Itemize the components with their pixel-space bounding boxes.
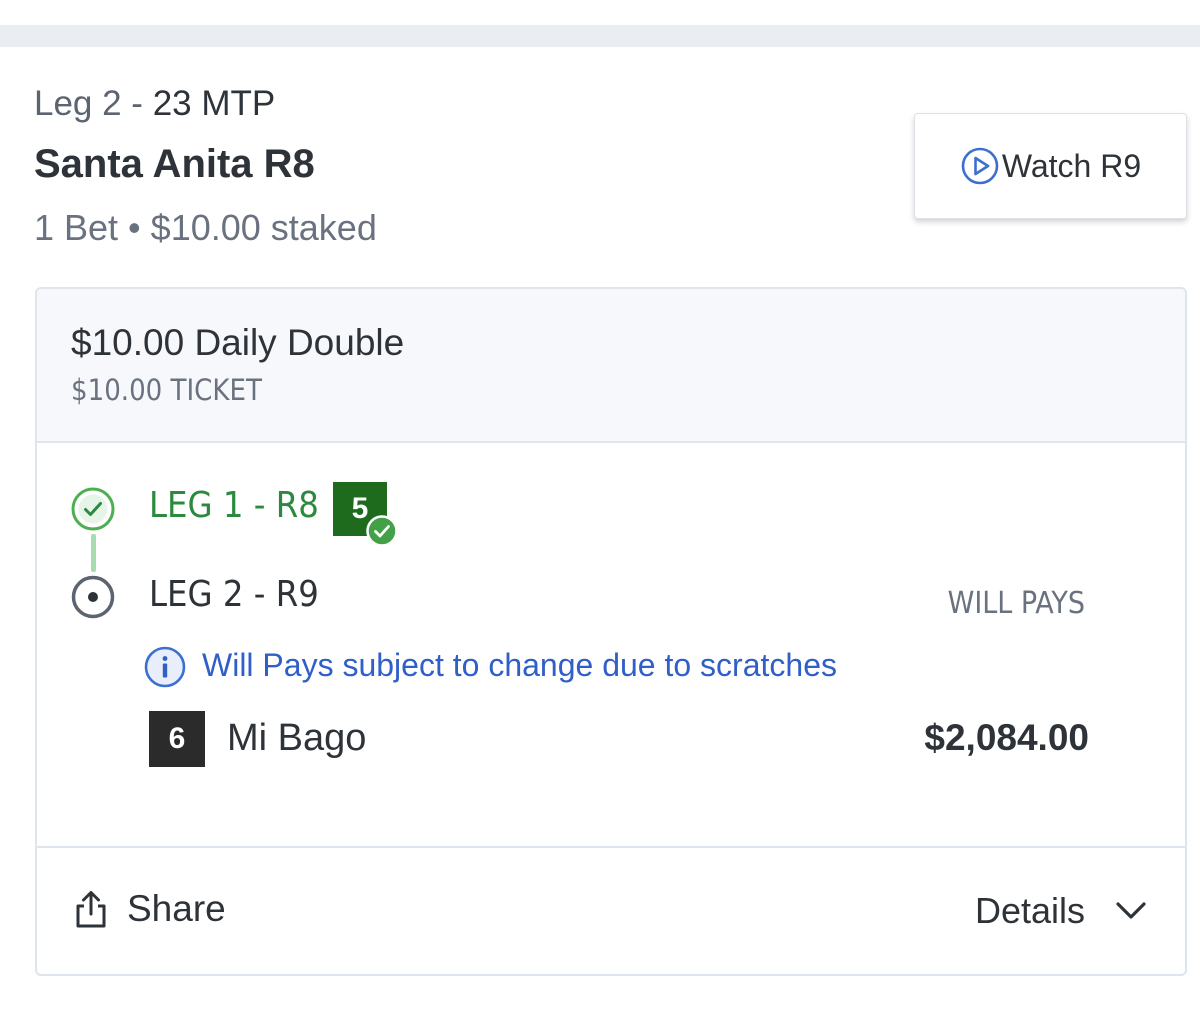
will-pays-scratch-notice: Will Pays subject to change due to scrat… <box>202 647 837 683</box>
bet-card: $10.00 Daily Double $10.00 TICKET LEG 1 … <box>35 287 1187 976</box>
check-circle-icon <box>71 487 115 531</box>
mtp-countdown: 23 MTP <box>152 84 276 123</box>
play-circle-icon <box>961 147 999 185</box>
runner-name: Mi Bago <box>227 717 367 759</box>
leg-mtp-line: Leg 2 - 23 MTP <box>34 84 275 124</box>
share-icon <box>76 891 106 928</box>
leg-connector-line <box>91 534 96 572</box>
will-pays-header: WILL PAYS <box>947 586 1085 621</box>
winner-check-icon <box>366 515 398 547</box>
runner-number-badge: 6 <box>149 711 205 767</box>
bet-summary: 1 Bet • $10.00 staked <box>34 207 377 248</box>
leg-2-label: LEG 2 - R9 <box>149 574 319 615</box>
bet-title: $10.00 Daily Double <box>71 322 405 363</box>
leg-1-label: LEG 1 - R8 <box>149 485 319 526</box>
details-label: Details <box>974 890 1085 931</box>
watch-race-button[interactable]: Watch R9 <box>914 113 1187 219</box>
chevron-down-icon <box>1116 902 1146 919</box>
track-race-title: Santa Anita R8 <box>34 142 315 186</box>
bet-card-header: $10.00 Daily Double $10.00 TICKET <box>37 289 1185 443</box>
ticket-amount: $10.00 TICKET <box>71 373 262 407</box>
info-icon <box>144 646 186 688</box>
runner-will-pay: $2,084.00 <box>924 717 1089 758</box>
leg-prefix: Leg 2 - <box>34 84 153 123</box>
watch-race-label: Watch R9 <box>1001 147 1142 184</box>
share-button[interactable]: Share <box>73 888 226 930</box>
radio-dot-icon <box>71 575 115 619</box>
share-label: Share <box>127 888 226 929</box>
details-toggle[interactable]: Details <box>975 890 1147 932</box>
top-divider-strip <box>0 25 1200 47</box>
bet-card-footer: Share Details <box>37 846 1185 974</box>
